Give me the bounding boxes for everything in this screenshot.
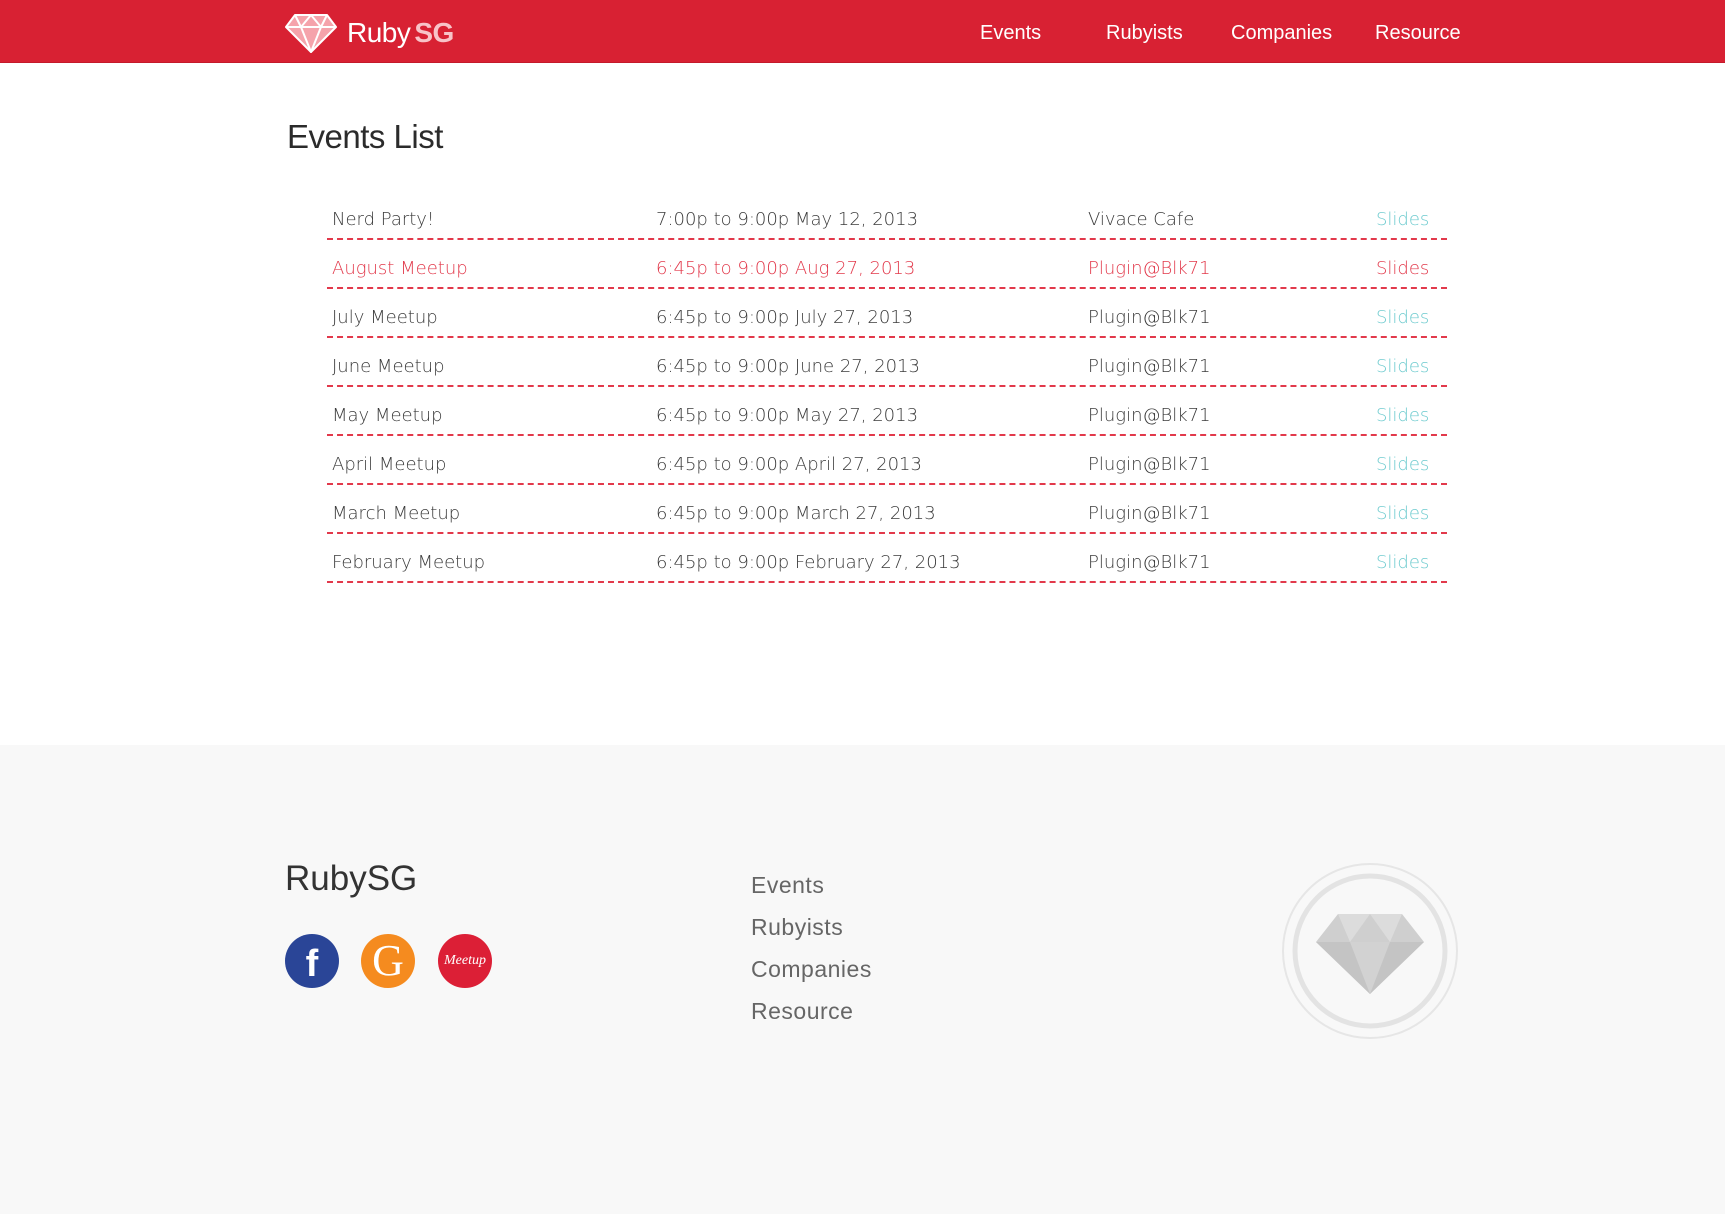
event-slides-link[interactable]: Slides (1376, 454, 1429, 475)
event-name: February Meetup (332, 552, 486, 573)
nav-resource[interactable]: Resource (1375, 22, 1461, 45)
event-venue: Plugin@Blk71 (1088, 454, 1211, 475)
nav-rubyists[interactable]: Rubyists (1106, 22, 1183, 45)
footer-brand: RubySG (285, 859, 418, 898)
footer-nav: Events Rubyists Companies Resource (751, 872, 872, 1040)
event-row[interactable]: June Meetup 6:45p to 9:00p June 27, 2013 P… (327, 338, 1447, 387)
event-row[interactable]: March Meetup 6:45p to 9:00p March 27, 201… (327, 485, 1447, 534)
event-slides-link[interactable]: Slides (1376, 209, 1429, 230)
event-name: March Meetup (332, 503, 461, 524)
event-slides-link[interactable]: Slides (1376, 405, 1429, 426)
event-venue: Plugin@Blk71 (1088, 258, 1211, 279)
event-row[interactable]: May Meetup 6:45p to 9:00p May 27, 2013 Plu… (327, 387, 1447, 436)
event-time: 6:45p to 9:00p April 27, 2013 (656, 454, 922, 475)
event-time: 7:00p to 9:00p May 12, 2013 (656, 209, 919, 230)
event-slides-link[interactable]: Slides (1376, 356, 1429, 377)
event-name: May Meetup (332, 405, 443, 426)
event-slides-link[interactable]: Slides (1376, 552, 1429, 573)
github-glyph: G (372, 936, 404, 985)
event-row[interactable]: August Meetup 6:45p to 9:00p Aug 27, 2013… (327, 240, 1447, 289)
event-time: 6:45p to 9:00p February 27, 2013 (656, 552, 961, 573)
event-venue: Plugin@Blk71 (1088, 503, 1211, 524)
event-row[interactable]: Nerd Party! 7:00p to 9:00p May 12, 2013 Vi… (327, 196, 1447, 240)
ruby-gem-badge-icon (1281, 862, 1459, 1044)
meetup-icon[interactable]: Meetup (438, 934, 492, 988)
nav-events[interactable]: Events (980, 22, 1041, 45)
page-title: Events List (287, 118, 443, 155)
event-venue: Plugin@Blk71 (1088, 405, 1211, 426)
event-name: June Meetup (332, 356, 445, 377)
footer-link-events[interactable]: Events (751, 872, 872, 914)
event-name: April Meetup (332, 454, 447, 475)
event-row[interactable]: February Meetup 6:45p to 9:00p February 2… (327, 534, 1447, 583)
event-time: 6:45p to 9:00p July 27, 2013 (656, 307, 914, 328)
event-time: 6:45p to 9:00p March 27, 2013 (656, 503, 936, 524)
footer-link-companies[interactable]: Companies (751, 956, 872, 998)
site-logo[interactable]: Ruby SG (285, 10, 454, 56)
footer-link-resource[interactable]: Resource (751, 998, 872, 1040)
event-name: Nerd Party! (332, 209, 435, 230)
events-list: Nerd Party! 7:00p to 9:00p May 12, 2013 Vi… (327, 196, 1447, 583)
site-header: Ruby SG Events Rubyists Companies Resourc… (0, 0, 1725, 63)
meetup-glyph: Meetup (444, 953, 486, 968)
logo-text: Ruby SG (347, 17, 454, 49)
event-row[interactable]: July Meetup 6:45p to 9:00p July 27, 2013 P… (327, 289, 1447, 338)
event-venue: Plugin@Blk71 (1088, 307, 1211, 328)
event-slides-link[interactable]: Slides (1376, 307, 1429, 328)
facebook-icon[interactable]: f (285, 934, 339, 988)
logo-text-ruby: Ruby (347, 17, 411, 48)
event-name: August Meetup (332, 258, 468, 279)
event-row[interactable]: April Meetup 6:45p to 9:00p April 27, 201… (327, 436, 1447, 485)
event-venue: Plugin@Blk71 (1088, 552, 1211, 573)
logo-text-sg: SG (414, 17, 454, 48)
event-time: 6:45p to 9:00p May 27, 2013 (656, 405, 919, 426)
event-time: 6:45p to 9:00p June 27, 2013 (656, 356, 921, 377)
nav-companies[interactable]: Companies (1231, 22, 1332, 45)
ruby-gem-icon (285, 13, 337, 53)
github-icon[interactable]: G (361, 934, 415, 988)
event-slides-link[interactable]: Slides (1376, 503, 1429, 524)
event-venue: Vivace Cafe (1088, 209, 1195, 230)
event-slides-link[interactable]: Slides (1376, 258, 1429, 279)
site-footer: RubySG f G Meetup Events Rubyists Compan… (0, 745, 1725, 1214)
facebook-glyph: f (305, 943, 319, 985)
footer-link-rubyists[interactable]: Rubyists (751, 914, 872, 956)
event-time: 6:45p to 9:00p Aug 27, 2013 (656, 258, 916, 279)
event-venue: Plugin@Blk71 (1088, 356, 1211, 377)
event-name: July Meetup (332, 307, 438, 328)
